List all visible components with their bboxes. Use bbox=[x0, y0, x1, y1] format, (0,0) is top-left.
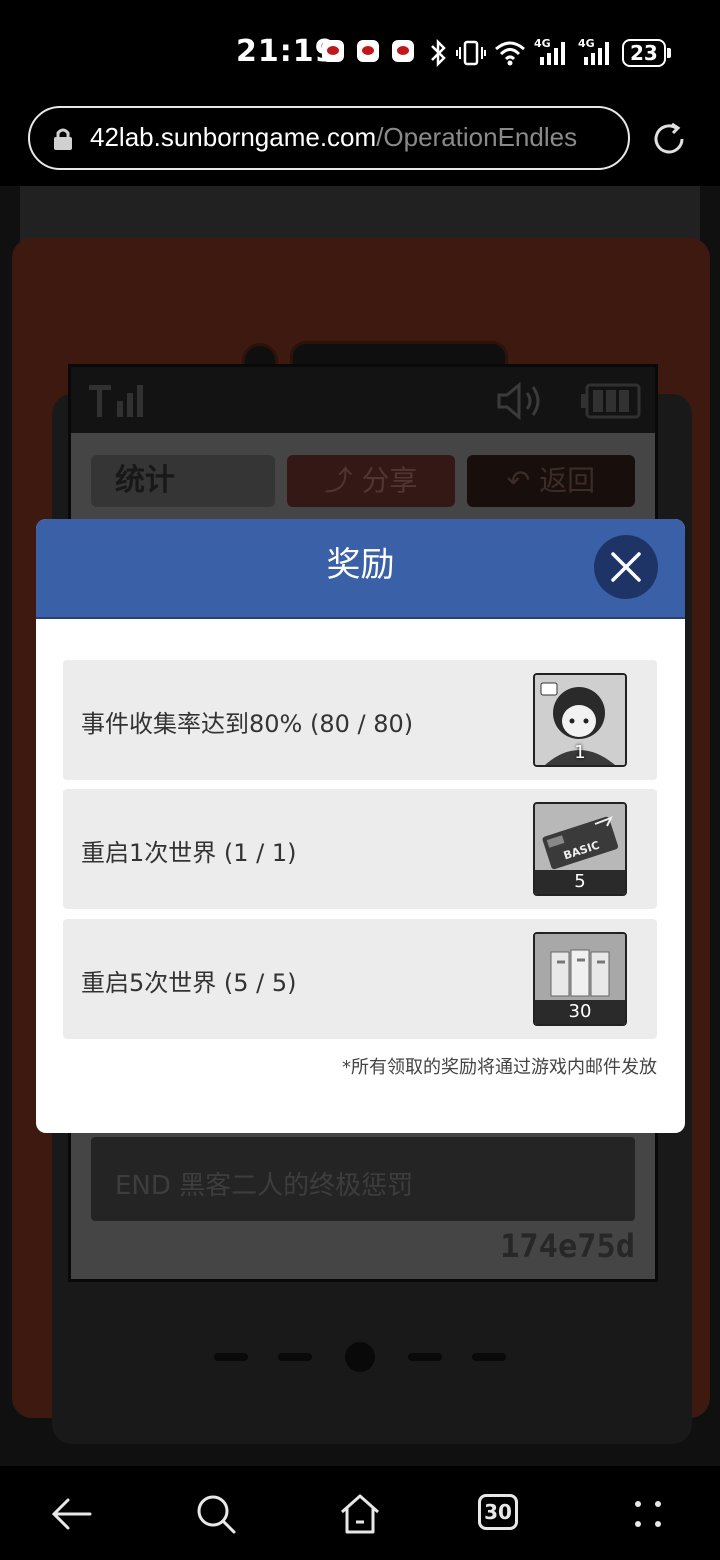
reward-count: 30 bbox=[535, 1000, 625, 1024]
dialog-title: 奖励 bbox=[326, 545, 395, 585]
reward-item-thumbnail[interactable]: BASIC 5 bbox=[533, 802, 627, 896]
reward-label: 事件收集率达到80% (80 / 80) bbox=[81, 710, 414, 738]
vibrate-icon bbox=[456, 40, 486, 66]
more-icon[interactable] bbox=[622, 1488, 674, 1540]
weibo-notification-icon bbox=[322, 40, 344, 62]
reward-label: 重启1次世界 (1 / 1) bbox=[81, 839, 297, 867]
cellular-signal-icon: 4G bbox=[578, 37, 614, 67]
close-icon bbox=[611, 552, 641, 582]
close-button[interactable] bbox=[594, 535, 658, 599]
wifi-icon bbox=[495, 41, 525, 66]
search-icon[interactable] bbox=[190, 1488, 242, 1540]
reward-count: 1 bbox=[574, 742, 586, 763]
reward-count: 5 bbox=[535, 870, 625, 894]
weibo-notification-icon bbox=[357, 40, 379, 62]
status-bar: 21:19 4G 4G 23 bbox=[0, 0, 720, 100]
reward-row: 重启1次世界 (1 / 1) BASIC 5 bbox=[63, 789, 657, 909]
weibo-notification-icon bbox=[392, 40, 414, 62]
battery-indicator: 23 bbox=[622, 39, 671, 67]
cellular-signal-icon: 4G bbox=[534, 37, 570, 67]
lock-icon bbox=[54, 128, 72, 150]
address-field[interactable]: 42lab.sunborngame.com/OperationEndles bbox=[28, 106, 630, 170]
signal-label: 4G bbox=[534, 37, 551, 50]
reward-row: 事件收集率达到80% (80 / 80) 1 bbox=[63, 660, 657, 780]
data-cubes-icon bbox=[535, 934, 625, 1004]
url-path: /OperationEndles bbox=[376, 122, 578, 152]
reward-item-thumbnail[interactable]: 1 bbox=[533, 673, 627, 767]
back-arrow-icon[interactable] bbox=[46, 1488, 98, 1540]
browser-url-bar: 42lab.sunborngame.com/OperationEndles bbox=[0, 100, 720, 186]
dialog-header: 奖励 bbox=[36, 519, 685, 619]
tabs-button[interactable]: 30 bbox=[478, 1494, 518, 1530]
reward-dialog: 奖励 事件收集率达到80% (80 / 80) 1 重启1次世界 (1 / 1)… bbox=[36, 519, 685, 1133]
reload-icon[interactable] bbox=[650, 120, 688, 158]
home-icon[interactable] bbox=[334, 1488, 386, 1540]
basic-ticket-icon bbox=[535, 804, 625, 874]
mail-footnote: *所有领取的奖励将通过游戏内邮件发放 bbox=[342, 1057, 657, 1078]
reward-label: 重启5次世界 (5 / 5) bbox=[81, 969, 297, 997]
reward-row: 重启5次世界 (5 / 5) 30 bbox=[63, 919, 657, 1039]
reward-item-thumbnail[interactable]: 30 bbox=[533, 932, 627, 1026]
bluetooth-icon bbox=[431, 39, 446, 67]
browser-nav-bar: 30 bbox=[0, 1466, 720, 1560]
signal-label: 4G bbox=[578, 37, 595, 50]
url-domain: 42lab.sunborngame.com bbox=[90, 122, 377, 152]
